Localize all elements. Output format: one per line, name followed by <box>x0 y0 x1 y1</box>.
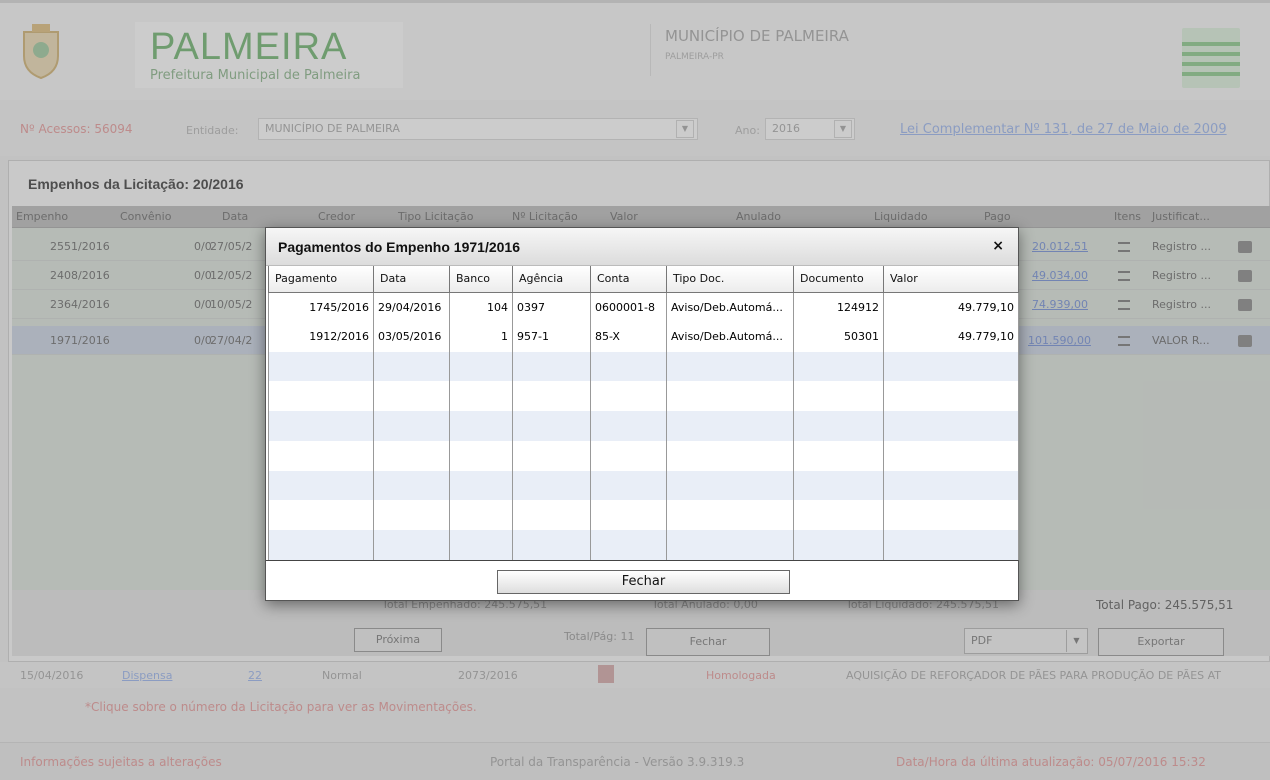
empty-row <box>268 351 1019 382</box>
cell-agencia: 957-1 <box>512 321 591 352</box>
cell-data: 29/04/2016 <box>373 292 450 322</box>
empty-row <box>268 411 1019 441</box>
cell-valor: 49.779,10 <box>883 321 1019 352</box>
fechar-button[interactable]: Fechar <box>497 570 790 594</box>
cell-pagamento: 1745/2016 <box>268 292 374 322</box>
col-conta[interactable]: Conta <box>590 266 667 293</box>
cell-agencia: 0397 <box>512 292 591 322</box>
cell-tipo-doc: Aviso/Deb.Automá... <box>666 321 794 352</box>
close-icon[interactable]: × <box>992 238 1004 254</box>
cell-documento: 50301 <box>793 321 884 352</box>
modal-title: Pagamentos do Empenho 1971/2016 <box>278 239 520 255</box>
col-tipo-doc[interactable]: Tipo Doc. <box>666 266 794 293</box>
empty-row <box>268 440 1019 471</box>
col-data[interactable]: Data <box>373 266 450 293</box>
pagamentos-table: Pagamento Data Banco Agência Conta Tipo … <box>268 266 1019 560</box>
cell-banco: 1 <box>449 321 513 352</box>
col-pagamento[interactable]: Pagamento <box>268 266 374 293</box>
cell-pagamento: 1912/2016 <box>268 321 374 352</box>
empty-row <box>268 500 1019 531</box>
cell-tipo-doc: Aviso/Deb.Automá... <box>666 292 794 322</box>
modal-footer: Fechar <box>266 560 1018 600</box>
col-documento[interactable]: Documento <box>793 266 884 293</box>
table-row[interactable]: 1745/2016 29/04/2016 104 0397 0600001-8 … <box>268 292 1019 322</box>
cell-banco: 104 <box>449 292 513 322</box>
modal-titlebar: Pagamentos do Empenho 1971/2016 × <box>266 228 1018 266</box>
cell-valor: 49.779,10 <box>883 292 1019 322</box>
pagamentos-modal: Pagamentos do Empenho 1971/2016 × Pagame… <box>265 227 1019 601</box>
table-row[interactable]: 1912/2016 03/05/2016 1 957-1 85-X Aviso/… <box>268 321 1019 352</box>
col-banco[interactable]: Banco <box>449 266 513 293</box>
col-agencia[interactable]: Agência <box>512 266 591 293</box>
empty-row <box>268 381 1019 412</box>
cell-data: 03/05/2016 <box>373 321 450 352</box>
cell-documento: 124912 <box>793 292 884 322</box>
cell-conta: 0600001-8 <box>590 292 667 322</box>
col-valor[interactable]: Valor <box>883 266 1019 293</box>
cell-conta: 85-X <box>590 321 667 352</box>
empty-row <box>268 530 1019 560</box>
empty-row <box>268 470 1019 501</box>
